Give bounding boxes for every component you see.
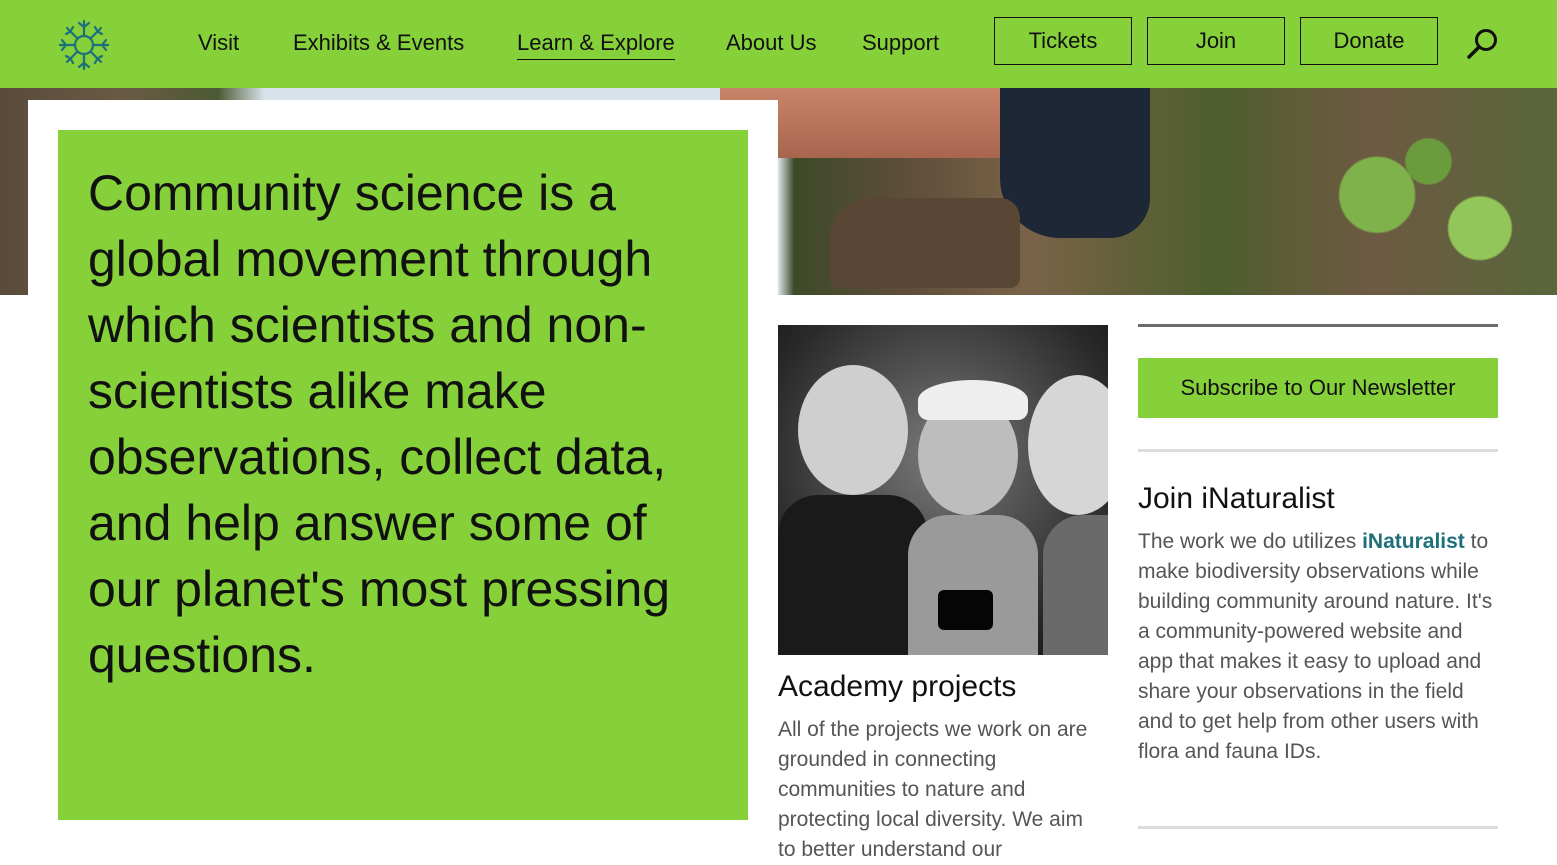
photo-body-2 bbox=[908, 515, 1038, 655]
snowflake-logo-icon[interactable] bbox=[57, 18, 111, 72]
inat-body-after: to make biodiversity observations while … bbox=[1138, 530, 1493, 763]
search-icon[interactable] bbox=[1466, 27, 1500, 61]
photo-cap bbox=[918, 380, 1028, 420]
join-inaturalist-body: The work we do utilizes iNaturalist to m… bbox=[1138, 527, 1500, 767]
join-inaturalist-title: Join iNaturalist bbox=[1138, 482, 1335, 515]
academy-projects-body: All of the projects we work on are groun… bbox=[778, 718, 1088, 861]
donate-button[interactable]: Donate bbox=[1300, 17, 1438, 65]
site-header: Visit Exhibits & Events Learn & Explore … bbox=[0, 0, 1557, 88]
tickets-button[interactable]: Tickets bbox=[994, 17, 1132, 65]
photo-body-1 bbox=[778, 495, 928, 655]
nav-support[interactable]: Support bbox=[862, 30, 939, 56]
hero-boot-shape bbox=[830, 198, 1020, 288]
divider bbox=[1138, 826, 1498, 829]
academy-photo[interactable] bbox=[778, 325, 1108, 655]
inaturalist-link[interactable]: iNaturalist bbox=[1362, 530, 1465, 553]
photo-phone bbox=[938, 590, 993, 630]
inat-body-before: The work we do utilizes bbox=[1138, 530, 1363, 553]
divider bbox=[1138, 449, 1498, 452]
hero-quote: Community science is a global movement t… bbox=[88, 165, 671, 683]
hero-pants-shape bbox=[1000, 88, 1150, 238]
nav-about-us[interactable]: About Us bbox=[726, 30, 817, 56]
subscribe-newsletter-button[interactable]: Subscribe to Our Newsletter bbox=[1138, 358, 1498, 418]
divider bbox=[1138, 324, 1498, 327]
hero-leaves-shape bbox=[1300, 128, 1557, 295]
nav-visit[interactable]: Visit bbox=[198, 30, 239, 56]
nav-exhibits-events[interactable]: Exhibits & Events bbox=[293, 30, 464, 56]
academy-projects-title[interactable]: Academy projects bbox=[778, 670, 1016, 704]
photo-body-3 bbox=[1043, 515, 1108, 655]
quote-card: Community science is a global movement t… bbox=[58, 130, 748, 820]
join-button[interactable]: Join bbox=[1147, 17, 1285, 65]
nav-learn-explore[interactable]: Learn & Explore bbox=[517, 30, 675, 60]
photo-person-3 bbox=[1028, 375, 1108, 515]
photo-person-1 bbox=[798, 365, 908, 495]
